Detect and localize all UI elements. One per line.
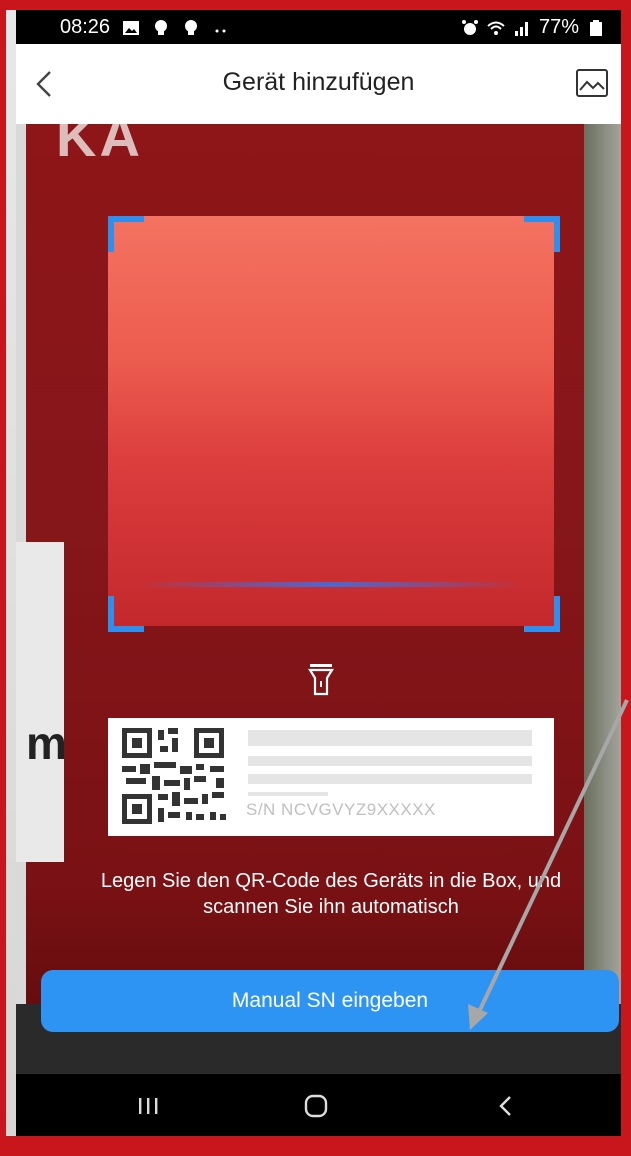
sample-label-card: S/N NCVGVYZ9XXXXX: [108, 718, 554, 836]
phone-screen: 08:26 77% Gerät hinzufügen KA m S/N NCVG…: [16, 10, 621, 1136]
status-right: 77%: [461, 16, 605, 39]
navigation-bar: [16, 1074, 621, 1136]
flashlight-icon[interactable]: [308, 662, 334, 696]
placeholder-line: [248, 774, 532, 784]
app-header: Gerät hinzufügen: [16, 44, 621, 124]
scan-corner-bottom-right: [524, 596, 560, 632]
bulb-icon: [155, 19, 168, 35]
manual-sn-button[interactable]: Manual SN eingeben: [41, 970, 619, 1032]
scan-instruction: Legen Sie den QR-Code des Geräts in die …: [100, 870, 562, 918]
page-title: Gerät hinzufügen: [222, 68, 415, 96]
wifi-icon: [487, 21, 505, 35]
status-bar: 08:26 77%: [16, 10, 621, 44]
status-left: 08:26: [60, 16, 230, 39]
placeholder-line: [248, 730, 532, 746]
status-time: 08:26: [60, 16, 111, 38]
placeholder-line: [248, 756, 532, 766]
recent-apps-icon[interactable]: [128, 1092, 168, 1120]
outer-frame-top: [0, 0, 631, 10]
alarm-icon: [461, 19, 478, 35]
home-icon[interactable]: [296, 1092, 336, 1120]
more-dots-icon: [215, 29, 226, 32]
signal-icon: [514, 21, 528, 36]
scan-corner-bottom-left: [108, 596, 144, 632]
sample-serial-number: S/N NCVGVYZ9XXXXX: [246, 800, 436, 819]
scan-area: [108, 216, 554, 626]
bulb-icon: [185, 19, 198, 35]
box-white-panel: [16, 542, 64, 862]
box-panel-text: m: [26, 717, 67, 769]
camera-viewfinder: KA m S/N NCVGVYZ9XXXXX Legen Sie den QR-…: [16, 124, 621, 1074]
gallery-icon: [123, 20, 140, 35]
battery-icon: [590, 19, 602, 36]
camera-right-edge: [584, 124, 621, 1074]
outer-frame-red-left: [0, 0, 6, 1156]
qr-code-icon: [122, 728, 226, 824]
image-icon[interactable]: [575, 68, 609, 98]
back-icon[interactable]: [486, 1092, 526, 1120]
scan-corner-top-right: [524, 216, 560, 252]
battery-percent: 77%: [538, 16, 579, 38]
outer-frame-bottom: [0, 1136, 631, 1156]
scan-corner-top-left: [108, 216, 144, 252]
scan-line: [138, 582, 524, 587]
box-print-text: KA: [56, 124, 143, 168]
outer-frame-right: [621, 0, 631, 1156]
placeholder-line: [248, 792, 328, 796]
